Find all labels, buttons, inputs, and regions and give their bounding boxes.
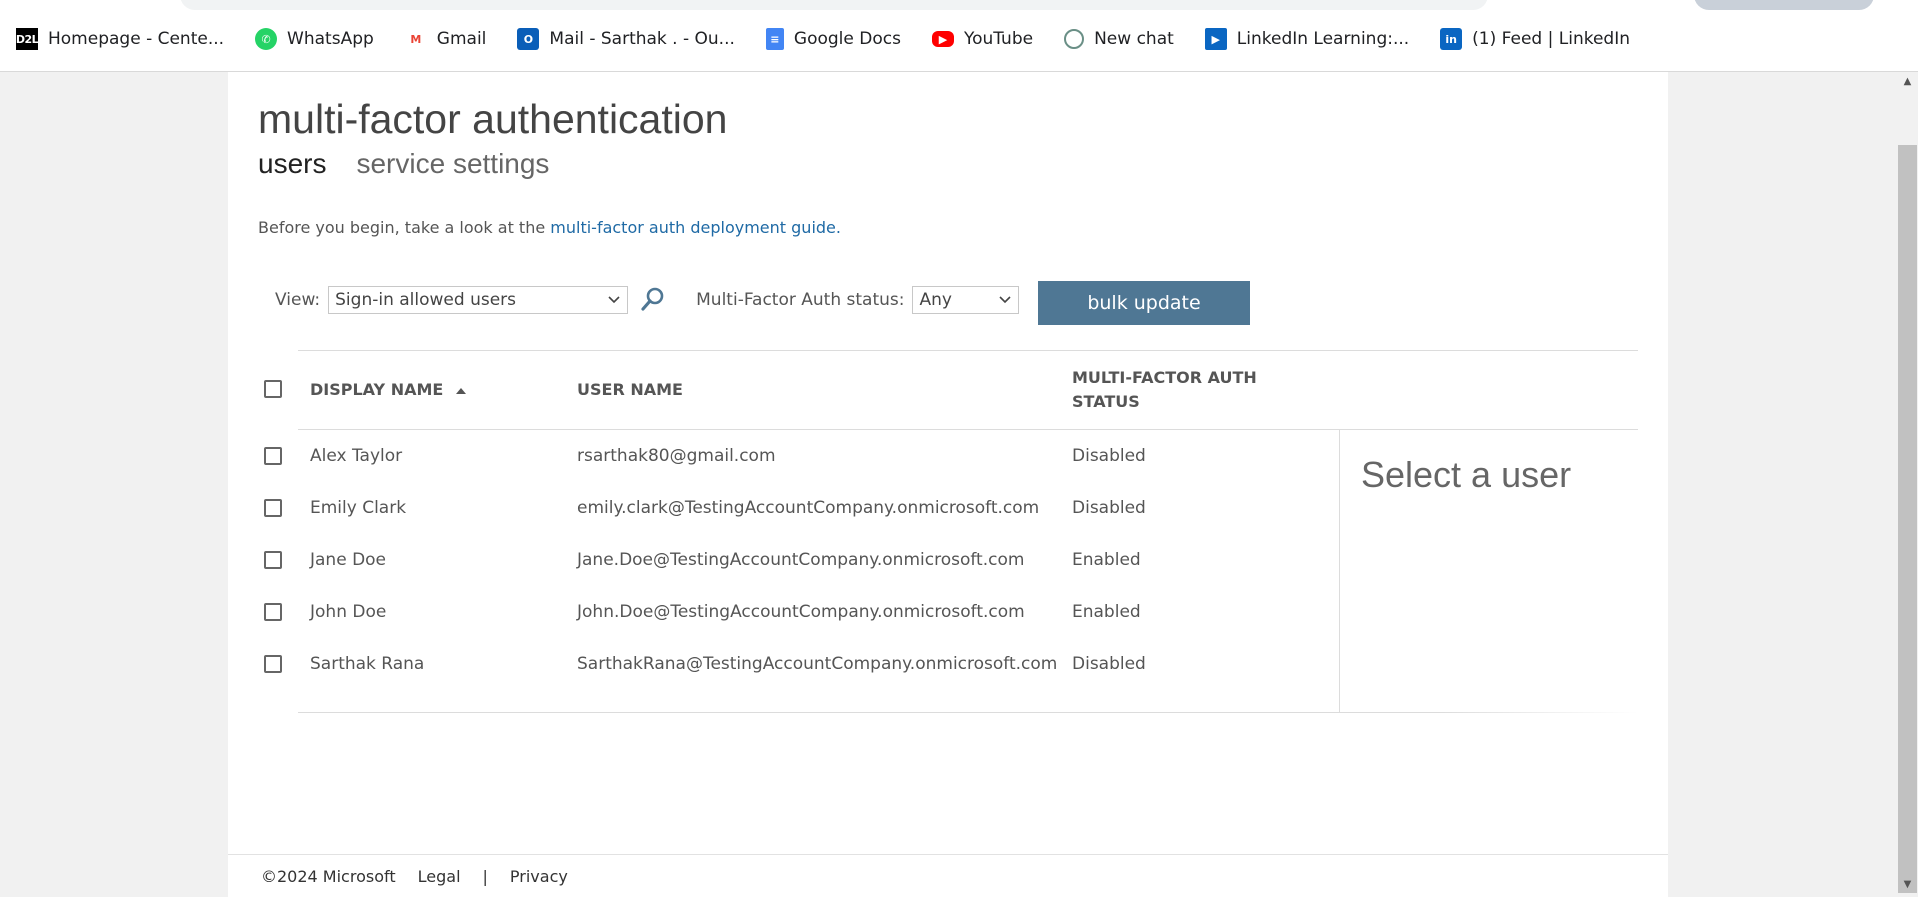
- view-select[interactable]: Sign-in allowed users: [328, 286, 629, 314]
- mfa-status-select-value: Any: [919, 290, 952, 310]
- bookmark-linkedin-learning[interactable]: ▶ LinkedIn Learning:...: [1204, 28, 1410, 50]
- whatsapp-icon: ✆: [255, 28, 278, 50]
- bookmark-label: Mail - Sarthak . - Ou...: [549, 29, 735, 49]
- google-docs-icon: ≡: [765, 28, 784, 50]
- user-name-cell: John.Doe@TestingAccountCompany.onmicroso…: [577, 602, 1025, 622]
- gmail-icon: M: [410, 32, 422, 46]
- page-tabs: users service settings: [258, 148, 579, 180]
- intro-text: Before you begin, take a look at the mul…: [258, 218, 841, 237]
- main-content: multi-factor authentication users servic…: [228, 72, 1668, 897]
- chevron-down-icon: [998, 290, 1012, 314]
- sort-ascending-icon: [455, 379, 467, 403]
- mfa-header-line-1: MULTI-FACTOR AUTH: [1072, 368, 1257, 387]
- chatgpt-icon: [1064, 29, 1085, 49]
- copyright-text: ©2024 Microsoft: [261, 867, 396, 886]
- user-name-cell: rsarthak80@gmail.com: [577, 446, 776, 466]
- profile-button[interactable]: [1694, 0, 1874, 10]
- table-row[interactable]: Sarthak Rana SarthakRana@TestingAccountC…: [228, 644, 1328, 684]
- legal-link[interactable]: Legal: [418, 867, 461, 886]
- bookmark-linkedin[interactable]: in (1) Feed | LinkedIn: [1440, 28, 1630, 50]
- display-name-cell: Alex Taylor: [310, 446, 403, 466]
- user-name-cell: emily.clark@TestingAccountCompany.onmicr…: [577, 498, 1040, 518]
- address-bar[interactable]: [180, 0, 1488, 10]
- mfa-status-cell: Disabled: [1072, 654, 1146, 674]
- mfa-status-label: Multi-Factor Auth status:: [696, 290, 905, 310]
- bookmark-label: LinkedIn Learning:...: [1236, 29, 1410, 49]
- bookmark-outlook[interactable]: O Mail - Sarthak . - Ou...: [517, 28, 735, 50]
- bookmark-label: Gmail: [436, 29, 487, 49]
- tab-service-settings[interactable]: service settings: [356, 148, 549, 180]
- intro-sentence: Before you begin, take a look at the: [258, 218, 551, 237]
- display-name-header-label: DISPLAY NAME: [310, 380, 444, 399]
- row-checkbox[interactable]: [264, 499, 282, 517]
- row-checkbox[interactable]: [264, 551, 282, 569]
- bulk-update-button[interactable]: bulk update: [1038, 281, 1250, 325]
- bookmark-d2l[interactable]: D2L Homepage - Cente...: [16, 28, 224, 50]
- youtube-icon: ▶: [931, 31, 954, 47]
- bookmark-new-chat[interactable]: New chat: [1064, 29, 1174, 49]
- linkedin-learning-icon: ▶: [1204, 28, 1227, 50]
- view-select-value: Sign-in allowed users: [335, 290, 517, 310]
- mfa-status-cell: Enabled: [1072, 550, 1141, 570]
- table-row[interactable]: Emily Clark emily.clark@TestingAccountCo…: [228, 488, 1328, 528]
- bookmark-label: WhatsApp: [287, 29, 374, 49]
- bookmark-gmail[interactable]: M Gmail: [405, 28, 487, 50]
- linkedin-icon: in: [1440, 28, 1463, 50]
- privacy-link[interactable]: Privacy: [510, 867, 568, 886]
- row-checkbox[interactable]: [264, 447, 282, 465]
- bookmark-label: (1) Feed | LinkedIn: [1472, 29, 1630, 49]
- footer: ©2024 Microsoft Legal | Privacy: [261, 867, 590, 886]
- detail-pane-placeholder: Select a user: [1361, 454, 1572, 495]
- search-icon[interactable]: [640, 286, 666, 314]
- display-name-cell: John Doe: [310, 602, 387, 622]
- scroll-up-arrow-icon[interactable]: ▲: [1897, 76, 1918, 92]
- bookmark-label: New chat: [1094, 29, 1174, 49]
- table-row[interactable]: Jane Doe Jane.Doe@TestingAccountCompany.…: [228, 540, 1328, 580]
- mfa-status-cell: Enabled: [1072, 602, 1141, 622]
- user-name-cell: Jane.Doe@TestingAccountCompany.onmicroso…: [577, 550, 1025, 570]
- bookmark-youtube[interactable]: ▶ YouTube: [931, 29, 1034, 49]
- scrollbar-thumb[interactable]: [1898, 145, 1917, 893]
- bookmark-google-docs[interactable]: ≡ Google Docs: [765, 28, 901, 50]
- table-row[interactable]: Alex Taylor rsarthak80@gmail.com Disable…: [228, 436, 1328, 476]
- bookmark-label: Google Docs: [793, 29, 901, 49]
- filter-bar: View: Sign-in allowed users Multi-Factor…: [275, 284, 1020, 316]
- display-name-cell: Emily Clark: [310, 498, 407, 518]
- table-bottom-border: [298, 712, 1638, 713]
- mfa-status-cell: Disabled: [1072, 498, 1146, 518]
- mfa-header-line-2: STATUS: [1072, 392, 1140, 411]
- page-title: multi-factor authentication: [258, 96, 728, 142]
- table-top-border: [298, 350, 1638, 351]
- user-name-cell: SarthakRana@TestingAccountCompany.onmicr…: [577, 654, 1058, 674]
- row-checkbox[interactable]: [264, 603, 282, 621]
- view-label: View:: [275, 290, 321, 310]
- outlook-icon: O: [517, 28, 540, 50]
- display-name-cell: Sarthak Rana: [310, 654, 425, 674]
- tab-users[interactable]: users: [258, 148, 326, 180]
- detail-pane-divider: [1339, 430, 1340, 713]
- scroll-down-arrow-icon[interactable]: ▼: [1897, 879, 1918, 895]
- d2l-icon: D2L: [16, 28, 39, 50]
- bookmarks-bar: D2L Homepage - Cente... ✆ WhatsApp M Gmail …: [0, 0, 1918, 72]
- table-row[interactable]: John Doe John.Doe@TestingAccountCompany.…: [228, 592, 1328, 632]
- chevron-down-icon: [607, 290, 621, 314]
- bookmark-whatsapp[interactable]: ✆ WhatsApp: [255, 28, 374, 50]
- column-header-mfa-status[interactable]: MULTI-FACTOR AUTH STATUS: [1072, 366, 1257, 414]
- column-header-display-name[interactable]: DISPLAY NAME: [310, 378, 467, 403]
- select-all-checkbox[interactable]: [264, 380, 282, 398]
- row-checkbox[interactable]: [264, 655, 282, 673]
- column-header-user-name[interactable]: USER NAME: [577, 378, 683, 402]
- header-divider: [298, 429, 1638, 430]
- mfa-status-select[interactable]: Any: [912, 286, 1020, 314]
- bookmark-label: YouTube: [963, 29, 1034, 49]
- footer-separator: |: [482, 867, 488, 886]
- bookmark-label: Homepage - Cente...: [48, 29, 225, 49]
- deployment-guide-link[interactable]: multi-factor auth deployment guide.: [550, 218, 841, 237]
- footer-divider: [228, 854, 1668, 855]
- display-name-cell: Jane Doe: [310, 550, 387, 570]
- mfa-status-cell: Disabled: [1072, 446, 1146, 466]
